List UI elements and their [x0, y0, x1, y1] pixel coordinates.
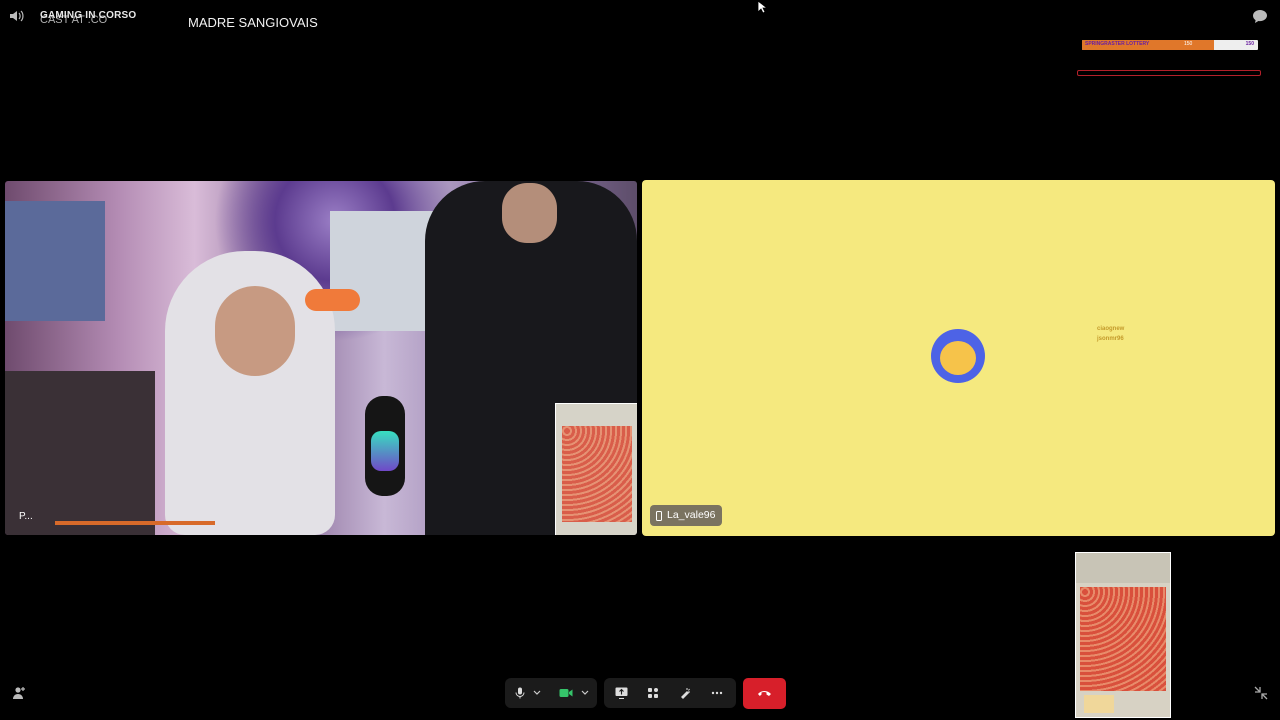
standing-person-face-image	[502, 183, 557, 243]
microphone-light-image	[371, 431, 399, 471]
mic-button[interactable]	[509, 682, 531, 704]
soundboard-icon	[681, 688, 690, 699]
lottery-value: 150	[1245, 41, 1254, 47]
mic-icon	[515, 687, 525, 699]
phone-icon	[656, 510, 662, 521]
camera-button[interactable]	[555, 682, 577, 704]
avatar-face-image	[940, 341, 976, 375]
chat-line: jsonmr96	[1097, 334, 1124, 344]
camera-options-button[interactable]	[578, 682, 592, 704]
mouse-cursor-icon	[757, 0, 767, 14]
card-footer-image	[1084, 695, 1114, 713]
participant-name-chip: La_vale96	[650, 505, 723, 526]
video-tile-left[interactable]: P...	[5, 181, 637, 535]
share-screen-button[interactable]	[610, 682, 632, 704]
poster-image	[5, 201, 105, 321]
soundboard-button[interactable]	[674, 682, 696, 704]
card-header-image	[1076, 553, 1170, 583]
chat-line: ciaognew	[1097, 324, 1124, 334]
chat-user: jsonmr96	[1097, 336, 1124, 342]
hang-up-icon	[758, 691, 771, 696]
collapse-icon[interactable]	[1254, 686, 1268, 700]
cap-image	[305, 289, 360, 311]
participant-name-right: La_vale96	[667, 509, 716, 521]
mic-options-button[interactable]	[530, 682, 544, 704]
speaker-icon[interactable]	[9, 9, 25, 23]
lottery-grid-image	[1080, 587, 1166, 691]
chevron-down-icon	[581, 690, 589, 695]
lottery-card-thumbnail	[555, 403, 637, 535]
lottery-mid-value: 150	[1184, 41, 1193, 47]
add-person-icon[interactable]	[12, 686, 26, 700]
person-face-image	[215, 286, 295, 376]
activities-button[interactable]	[642, 682, 664, 704]
apps-icon	[648, 688, 658, 698]
lottery-progress-bar: SPRINGRASTER LOTTERY 150 150	[1082, 40, 1258, 50]
chat-overlay: ciaognew jsonmr96	[1097, 324, 1124, 344]
lottery-grid-image	[562, 426, 632, 522]
more-options-button[interactable]	[706, 682, 728, 704]
overlay-status-text: GAMING IN CORSO	[40, 10, 137, 21]
secondary-progress-bar	[1077, 70, 1261, 76]
camera-icon	[559, 689, 573, 697]
self-view-tile[interactable]	[1075, 552, 1171, 718]
call-actions-group	[604, 678, 736, 708]
more-icon	[711, 691, 723, 695]
end-call-button[interactable]	[743, 678, 786, 709]
lottery-label: SPRINGRASTER LOTTERY	[1085, 41, 1150, 47]
participant-avatar	[931, 329, 985, 383]
media-controls-group	[505, 678, 597, 708]
chat-user: ciaognew	[1097, 326, 1125, 332]
chat-icon[interactable]	[1252, 9, 1268, 24]
chevron-down-icon	[533, 690, 541, 695]
channel-title: MADRE SANGIOVAIS	[188, 15, 318, 30]
participant-name-left: P...	[19, 511, 33, 522]
overlay-bar	[55, 521, 215, 525]
video-tile-right[interactable]: ciaognew jsonmr96 La_vale96	[642, 180, 1275, 536]
share-screen-icon	[615, 687, 627, 699]
